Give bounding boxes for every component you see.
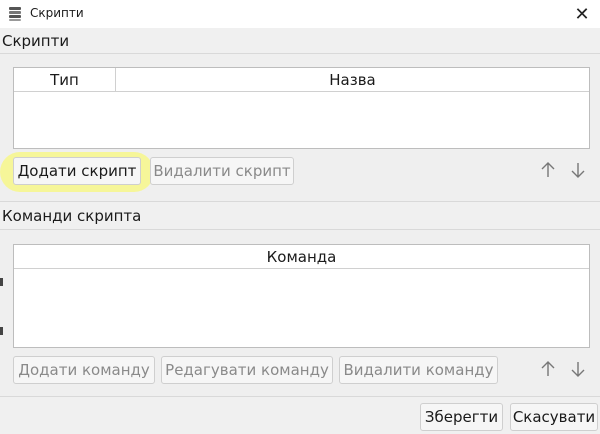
arrow-up-icon: [541, 162, 555, 177]
scripts-table[interactable]: Тип Назва: [13, 67, 590, 149]
delete-command-button[interactable]: Видалити команду: [339, 356, 498, 384]
arrow-down-icon: [571, 163, 585, 178]
move-script-up-button[interactable]: [537, 159, 559, 181]
column-header-name[interactable]: Назва: [115, 68, 589, 91]
close-button[interactable]: ✕: [564, 0, 600, 28]
commands-table[interactable]: Команда: [13, 244, 590, 348]
column-header-type[interactable]: Тип: [14, 68, 115, 91]
app-icon: [9, 7, 21, 21]
move-command-down-button[interactable]: [567, 358, 589, 380]
background-edge-mark: [0, 327, 3, 335]
arrow-down-icon: [571, 362, 585, 377]
add-command-button[interactable]: Додати команду: [13, 356, 155, 384]
scripts-table-header: Тип Назва: [14, 68, 589, 92]
move-script-down-button[interactable]: [567, 159, 589, 181]
window-title: Скрипти: [30, 6, 84, 20]
background-edge-mark: [0, 278, 3, 286]
scripts-section-label: Скрипти: [2, 32, 70, 50]
cancel-button[interactable]: Скасувати: [510, 403, 598, 431]
save-button[interactable]: Зберегти: [420, 403, 503, 431]
edit-command-button[interactable]: Редагувати команду: [161, 356, 333, 384]
arrow-up-icon: [541, 361, 555, 376]
commands-table-header: Команда: [14, 245, 589, 269]
delete-script-button[interactable]: Видалити скрипт: [150, 157, 294, 185]
move-command-up-button[interactable]: [537, 358, 559, 380]
close-icon: ✕: [574, 3, 590, 25]
title-bar: Скрипти ✕: [0, 0, 600, 28]
column-header-command[interactable]: Команда: [14, 245, 589, 268]
add-script-button[interactable]: Додати скрипт: [13, 157, 141, 185]
commands-section-label: Команди скрипта: [2, 207, 142, 225]
